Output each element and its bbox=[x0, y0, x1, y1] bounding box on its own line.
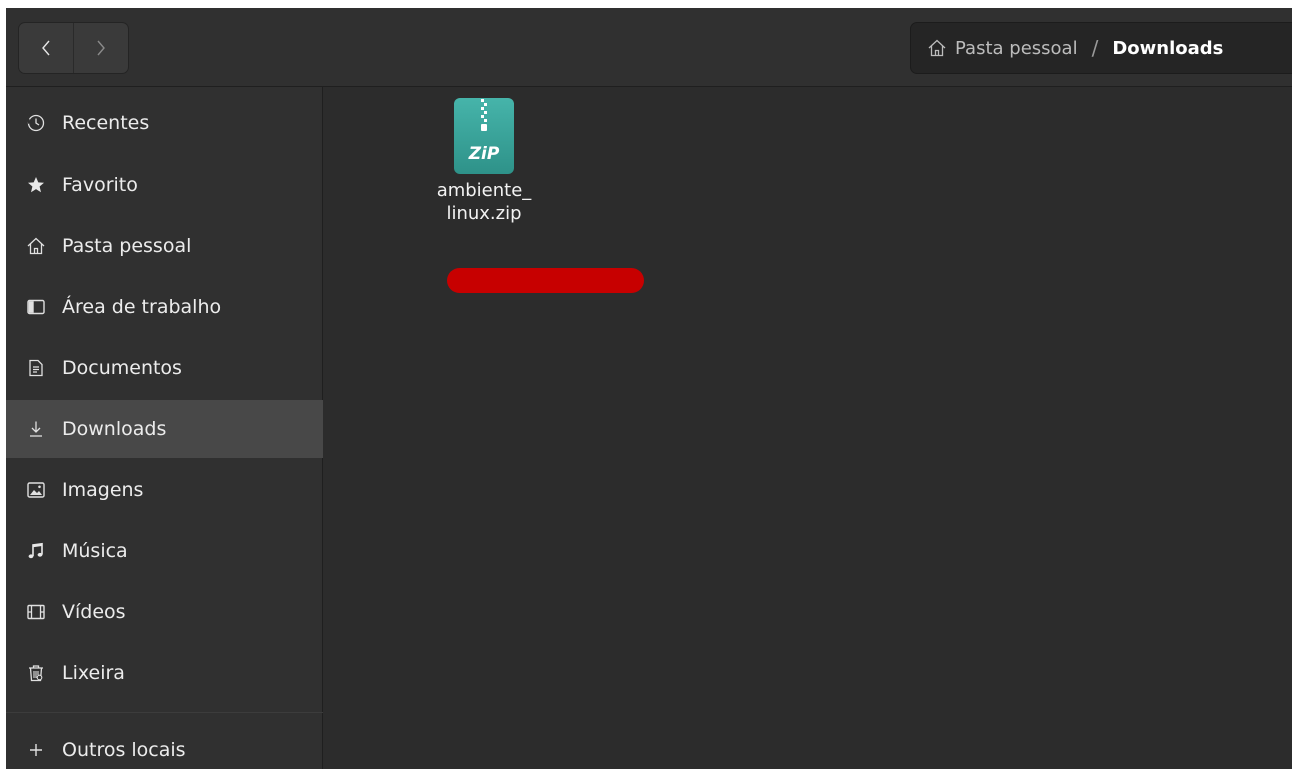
sidebar-divider bbox=[6, 712, 323, 713]
navigation-buttons bbox=[18, 22, 129, 74]
sidebar-item-label: Música bbox=[62, 540, 128, 562]
forward-button[interactable] bbox=[73, 23, 128, 73]
star-icon bbox=[25, 174, 47, 196]
back-button[interactable] bbox=[19, 23, 73, 73]
sidebar: Recentes Favorito Pasta pessoal Área de … bbox=[6, 87, 323, 769]
sidebar-item-label: Outros locais bbox=[62, 739, 186, 761]
sidebar-item-label: Documentos bbox=[62, 357, 182, 379]
zip-icon-label: ZiP bbox=[468, 144, 500, 164]
sidebar-item-downloads[interactable]: Downloads bbox=[6, 400, 323, 458]
sidebar-item-label: Vídeos bbox=[62, 601, 126, 623]
breadcrumb-home[interactable]: Pasta pessoal bbox=[927, 38, 1078, 59]
image-icon bbox=[25, 479, 47, 501]
path-bar: Pasta pessoal / Downloads bbox=[910, 22, 1292, 74]
chevron-right-icon bbox=[97, 40, 105, 56]
sidebar-item-pasta-pessoal[interactable]: Pasta pessoal bbox=[6, 217, 323, 275]
sidebar-item-label: Downloads bbox=[62, 418, 167, 440]
breadcrumb-separator: / bbox=[1091, 36, 1099, 60]
sidebar-item-label: Área de trabalho bbox=[62, 296, 222, 318]
sidebar-item-label: Imagens bbox=[62, 479, 144, 501]
breadcrumb-current[interactable]: Downloads bbox=[1112, 38, 1223, 59]
sidebar-item-area-de-trabalho[interactable]: Área de trabalho bbox=[6, 278, 323, 336]
desktop-icon bbox=[25, 296, 47, 318]
home-icon bbox=[928, 39, 946, 57]
sidebar-item-videos[interactable]: Vídeos bbox=[6, 583, 323, 641]
header-bar: Pasta pessoal / Downloads bbox=[6, 8, 1292, 87]
file-name: ambiente_ linux.zip bbox=[436, 180, 532, 224]
file-item[interactable]: ZiP ambiente_ linux.zip bbox=[386, 97, 644, 293]
sidebar-item-musica[interactable]: Música bbox=[6, 522, 323, 580]
home-icon bbox=[25, 235, 47, 257]
sidebar-item-label: Lixeira bbox=[62, 662, 125, 684]
sidebar-item-lixeira[interactable]: Lixeira bbox=[6, 644, 323, 702]
download-icon bbox=[25, 418, 47, 440]
zip-archive-icon: ZiP bbox=[454, 98, 514, 174]
video-icon bbox=[25, 601, 47, 623]
plus-icon bbox=[25, 739, 47, 761]
file-view[interactable]: ZiP ambiente_ linux.zip bbox=[324, 87, 1292, 769]
clock-icon bbox=[25, 112, 47, 134]
file-manager-window: Pasta pessoal / Downloads Recentes Favor… bbox=[6, 8, 1292, 769]
redaction-bar bbox=[447, 268, 644, 293]
sidebar-item-label: Favorito bbox=[62, 174, 138, 196]
sidebar-item-recentes[interactable]: Recentes bbox=[6, 94, 323, 152]
sidebar-item-outros-locais[interactable]: Outros locais bbox=[6, 721, 323, 769]
breadcrumb-current-label: Downloads bbox=[1112, 37, 1224, 59]
document-icon bbox=[25, 357, 47, 379]
music-icon bbox=[25, 540, 47, 562]
breadcrumb-home-label: Pasta pessoal bbox=[955, 37, 1078, 59]
sidebar-item-label: Recentes bbox=[62, 112, 150, 134]
sidebar-item-favorito[interactable]: Favorito bbox=[6, 156, 323, 214]
trash-icon bbox=[25, 662, 47, 684]
chevron-left-icon bbox=[42, 40, 50, 56]
sidebar-item-imagens[interactable]: Imagens bbox=[6, 461, 323, 519]
sidebar-item-label: Pasta pessoal bbox=[62, 235, 192, 257]
sidebar-item-documentos[interactable]: Documentos bbox=[6, 339, 323, 397]
